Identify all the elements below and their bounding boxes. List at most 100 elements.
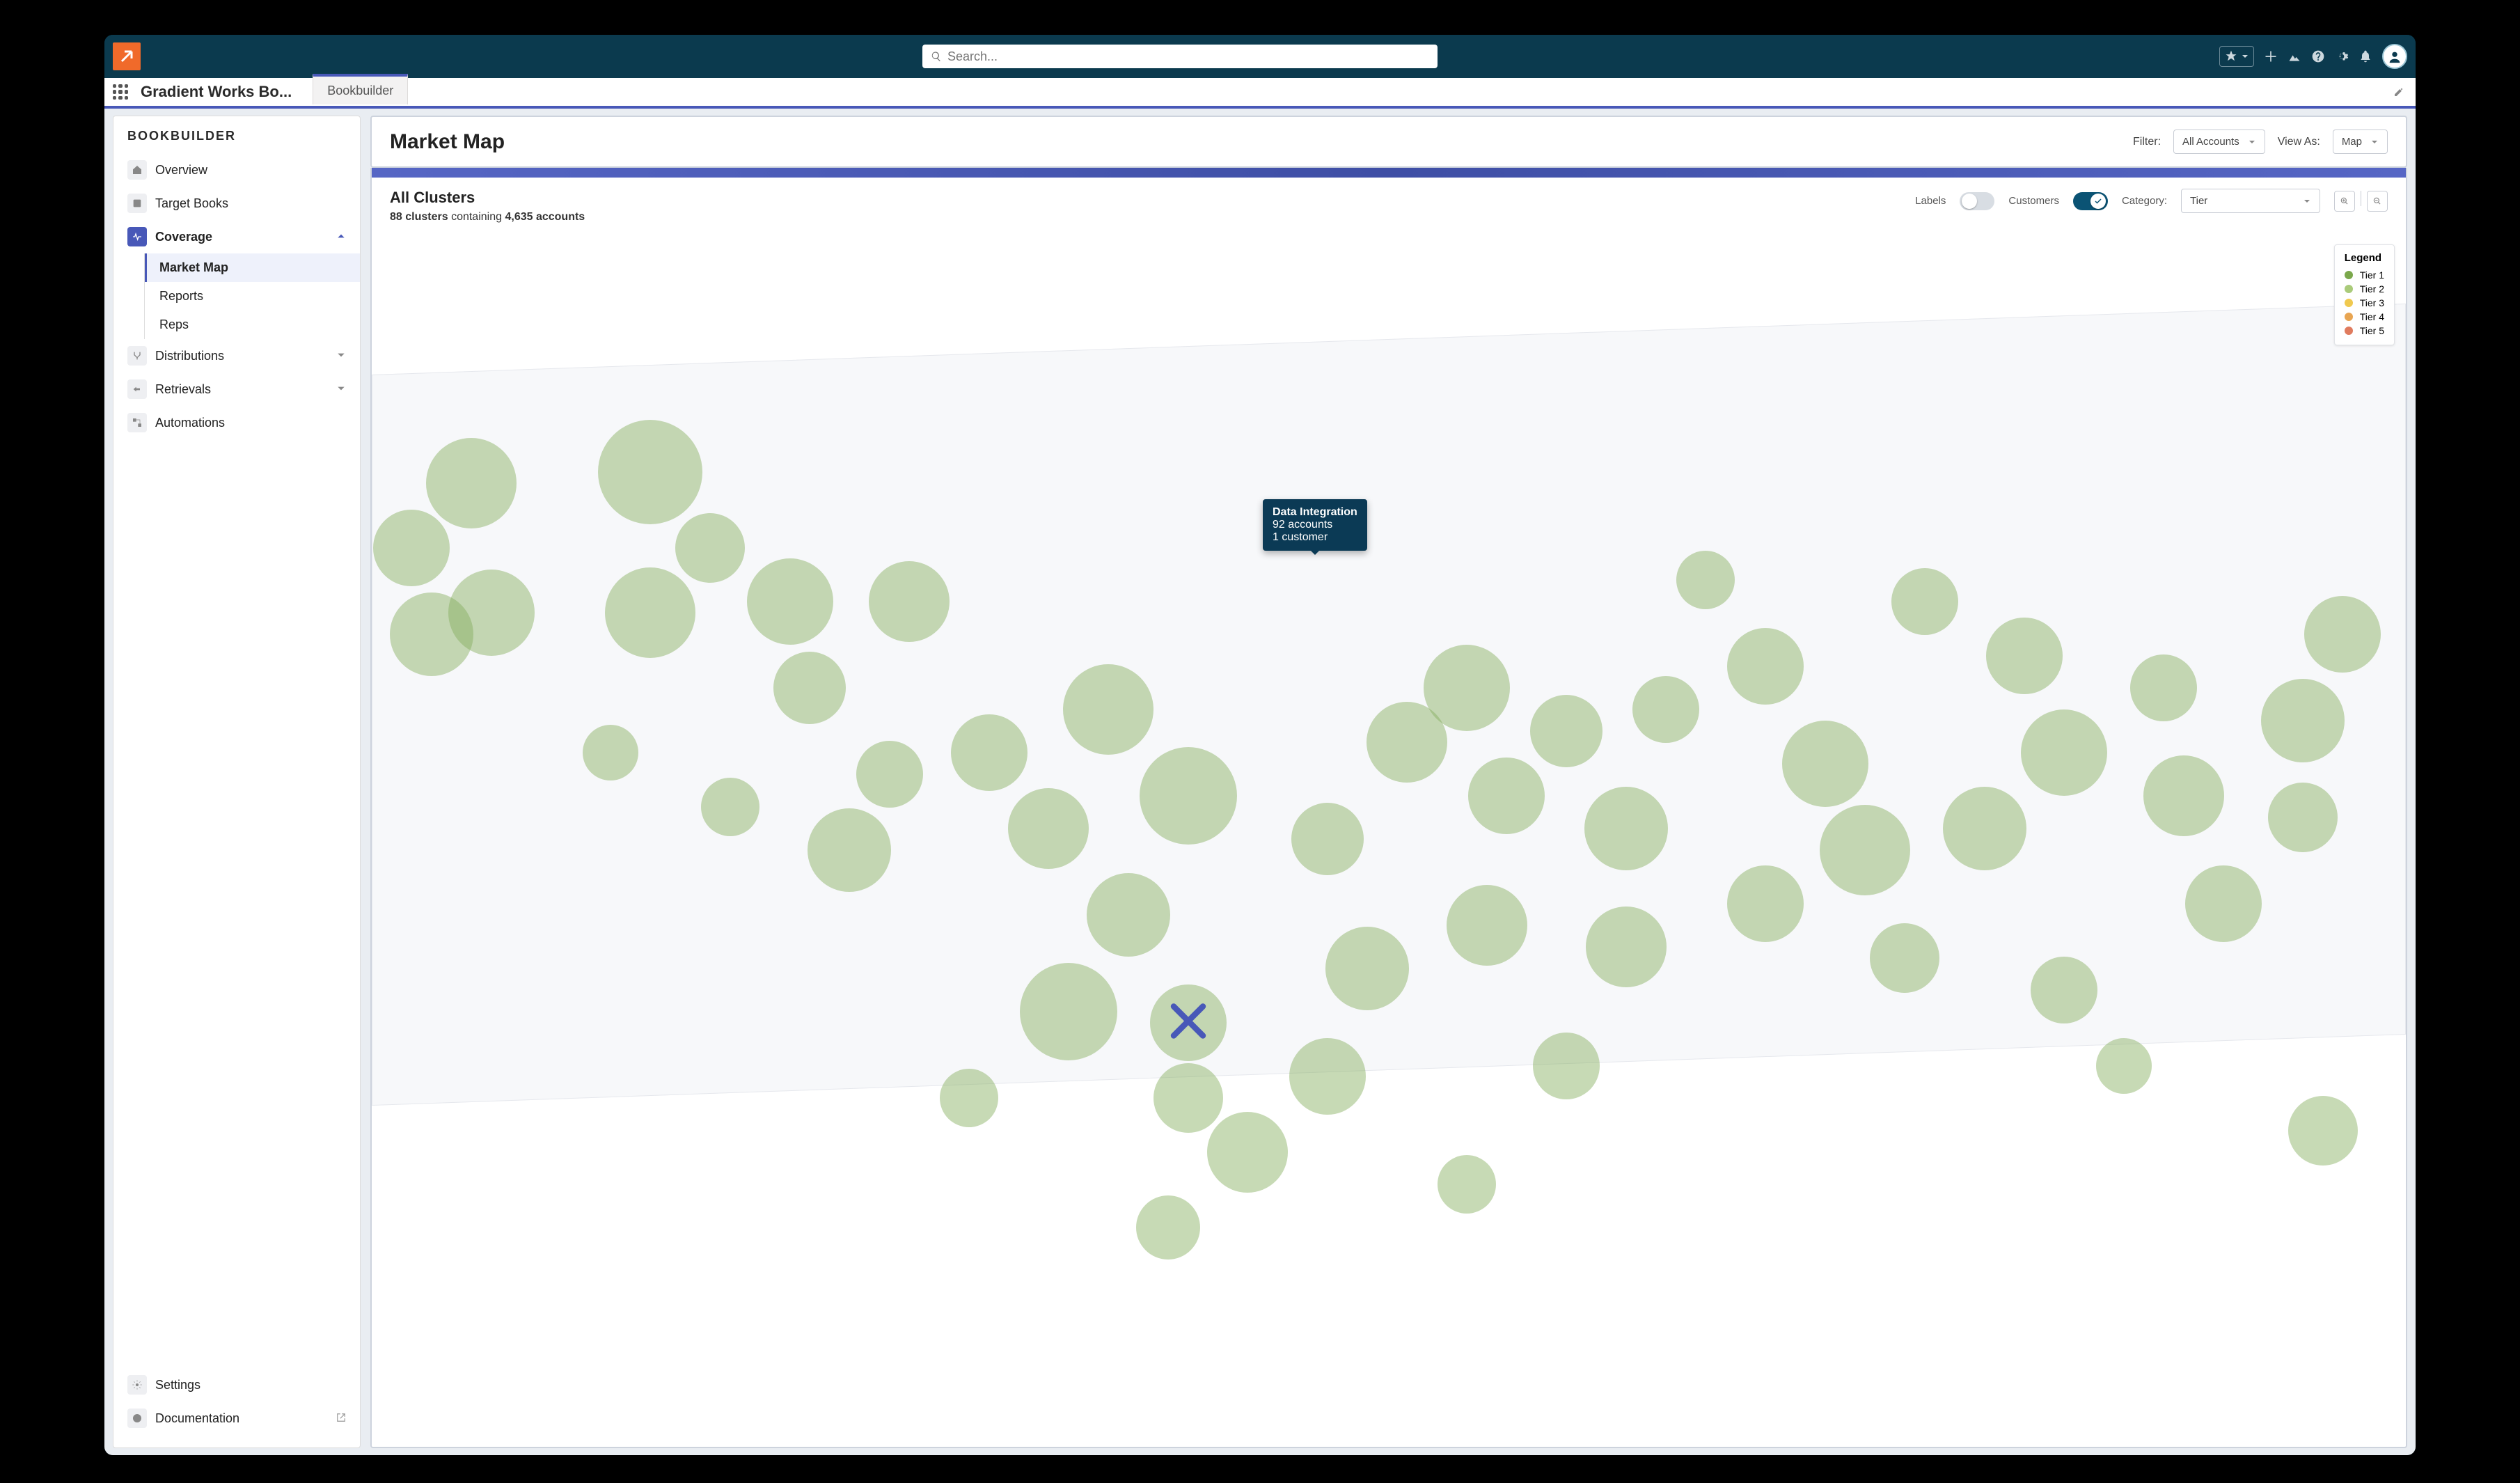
- cluster-bubble[interactable]: [1424, 645, 1510, 731]
- cluster-bubble[interactable]: [1820, 805, 1910, 895]
- cluster-bubble[interactable]: [1676, 551, 1735, 609]
- cluster-bubble[interactable]: [2288, 1096, 2358, 1166]
- sidebar-coverage-children: Market Map Reports Reps: [144, 253, 360, 339]
- cluster-bubble[interactable]: [1782, 721, 1868, 807]
- cluster-bubble[interactable]: [1289, 1038, 1366, 1115]
- viewas-label: View As:: [2278, 136, 2320, 148]
- cluster-bubble[interactable]: [1727, 865, 1804, 942]
- cluster-bubble[interactable]: [1586, 907, 1667, 987]
- cluster-bubble[interactable]: [448, 570, 535, 656]
- cluster-bubble[interactable]: [2130, 654, 2197, 721]
- tooltip-title: Data Integration: [1273, 506, 1357, 519]
- cluster-bubble[interactable]: [598, 420, 702, 524]
- cluster-bubble[interactable]: [1870, 923, 1939, 993]
- cluster-bubble[interactable]: [1438, 1155, 1496, 1214]
- sidebar-item-market-map[interactable]: Market Map: [145, 253, 360, 282]
- cluster-bubble[interactable]: [1008, 788, 1089, 869]
- gear-icon: [132, 1379, 143, 1390]
- brand-logo[interactable]: [113, 42, 141, 70]
- cluster-bubble[interactable]: [856, 741, 923, 808]
- cluster-bubble[interactable]: [940, 1069, 998, 1127]
- cluster-bubble[interactable]: [1291, 803, 1364, 875]
- cluster-bubble[interactable]: [747, 558, 833, 645]
- pencil-icon: [2393, 86, 2404, 97]
- cluster-bubble[interactable]: [1584, 787, 1668, 870]
- sidebar-item-distributions[interactable]: Distributions: [113, 339, 360, 372]
- cluster-bubble[interactable]: [1020, 963, 1117, 1060]
- gear-icon[interactable]: [2335, 49, 2349, 63]
- cluster-bubble[interactable]: [951, 714, 1027, 791]
- cluster-bubble[interactable]: [1943, 787, 2026, 870]
- sidebar-item-reps[interactable]: Reps: [145, 311, 360, 339]
- cluster-bubble[interactable]: [2185, 865, 2262, 942]
- cluster-bubble[interactable]: [2021, 709, 2107, 796]
- cluster-bubble[interactable]: [605, 567, 695, 658]
- customer-marker-icon[interactable]: [1164, 996, 1213, 1049]
- zoom-in-button[interactable]: [2334, 191, 2355, 212]
- cluster-bubble[interactable]: [2031, 957, 2097, 1023]
- cluster-bubble[interactable]: [2268, 783, 2338, 852]
- avatar[interactable]: [2382, 44, 2407, 69]
- tab-bookbuilder[interactable]: Bookbuilder: [313, 74, 408, 104]
- cluster-bubble[interactable]: [2304, 596, 2381, 673]
- cluster-bubble[interactable]: [1207, 1112, 1288, 1193]
- cluster-bubble[interactable]: [773, 652, 846, 724]
- filter-label: Filter:: [2133, 136, 2161, 148]
- cluster-bubble[interactable]: [675, 513, 745, 583]
- cluster-bubble[interactable]: [869, 561, 950, 642]
- cluster-bubble[interactable]: [1087, 873, 1170, 957]
- cluster-bubble[interactable]: [701, 778, 759, 836]
- sidebar: BOOKBUILDER Overview Target Books Covera…: [113, 116, 361, 1448]
- cluster-bubble[interactable]: [1140, 747, 1237, 845]
- cluster-bubble[interactable]: [426, 438, 517, 528]
- cluster-bubble[interactable]: [1468, 758, 1545, 834]
- cluster-bubble[interactable]: [583, 725, 638, 780]
- cluster-bubble[interactable]: [1530, 695, 1602, 767]
- app-launcher-icon[interactable]: [113, 84, 128, 100]
- help-icon[interactable]: [2311, 49, 2325, 63]
- cluster-bubble[interactable]: [1891, 568, 1958, 635]
- sidebar-item-reports[interactable]: Reports: [145, 282, 360, 311]
- zoom-out-button[interactable]: [2367, 191, 2388, 212]
- cluster-bubble[interactable]: [2096, 1038, 2152, 1094]
- sidebar-item-overview[interactable]: Overview: [113, 153, 360, 187]
- cluster-bubble[interactable]: [2261, 679, 2345, 762]
- cluster-bubble[interactable]: [373, 510, 450, 586]
- cluster-bubble[interactable]: [1063, 664, 1153, 755]
- labels-toggle[interactable]: [1960, 192, 1994, 210]
- trailhead-icon[interactable]: [2287, 49, 2301, 63]
- sidebar-item-settings[interactable]: Settings: [113, 1368, 360, 1402]
- category-select[interactable]: Tier: [2181, 189, 2320, 213]
- sidebar-item-coverage[interactable]: Coverage: [113, 220, 360, 253]
- cluster-bubble[interactable]: [808, 808, 891, 892]
- market-map-canvas[interactable]: Data Integration 92 accounts 1 customer …: [372, 235, 2406, 1447]
- card-controls: Labels Customers Category: Tier: [1915, 189, 2388, 213]
- chevron-down-icon: [336, 382, 346, 397]
- bell-icon[interactable]: [2358, 49, 2372, 63]
- sidebar-item-documentation[interactable]: Documentation: [113, 1402, 360, 1435]
- cluster-bubble[interactable]: [1325, 927, 1409, 1010]
- app-body: BOOKBUILDER Overview Target Books Covera…: [104, 109, 2416, 1455]
- sidebar-item-automations[interactable]: Automations: [113, 406, 360, 439]
- sidebar-item-retrievals[interactable]: Retrievals: [113, 372, 360, 406]
- cluster-bubble[interactable]: [1727, 628, 1804, 705]
- cluster-bubble[interactable]: [2143, 755, 2224, 836]
- book-icon: [132, 198, 143, 209]
- customers-toggle[interactable]: [2073, 192, 2108, 210]
- cluster-bubble[interactable]: [1153, 1063, 1223, 1133]
- favorites-menu[interactable]: [2219, 46, 2254, 67]
- cluster-bubble[interactable]: [1632, 676, 1699, 743]
- cluster-subtitle: 88 clusters containing 4,635 accounts: [390, 211, 585, 223]
- filter-select[interactable]: All Accounts: [2173, 130, 2265, 154]
- cluster-bubble[interactable]: [1533, 1033, 1600, 1099]
- search-input[interactable]: [947, 49, 1429, 64]
- global-search[interactable]: [922, 45, 1438, 68]
- cluster-bubble[interactable]: [1136, 1195, 1200, 1260]
- edit-nav-icon[interactable]: [2393, 86, 2404, 101]
- viewas-select[interactable]: Map: [2333, 130, 2388, 154]
- plus-icon[interactable]: [2264, 49, 2278, 63]
- select-value: All Accounts: [2182, 136, 2239, 148]
- cluster-bubble[interactable]: [1447, 885, 1527, 966]
- sidebar-item-target-books[interactable]: Target Books: [113, 187, 360, 220]
- cluster-bubble[interactable]: [1986, 618, 2063, 694]
